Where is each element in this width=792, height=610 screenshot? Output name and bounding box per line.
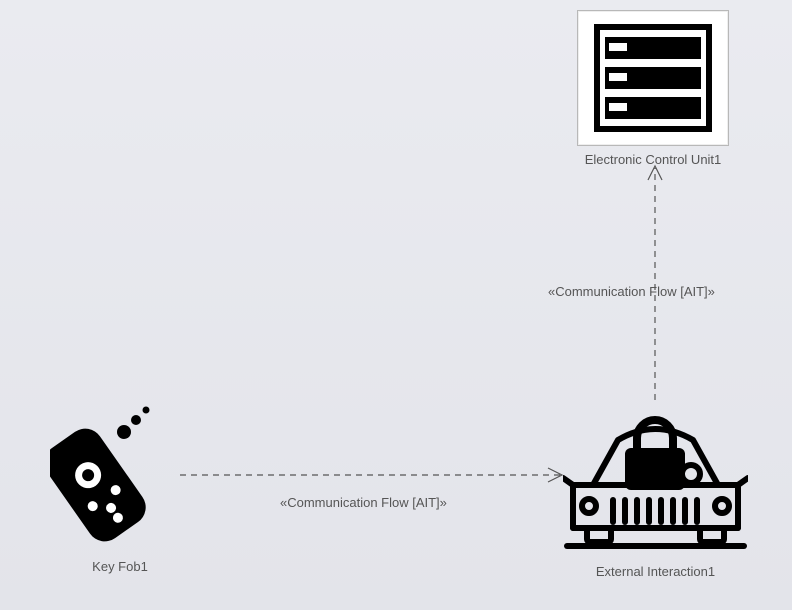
ecu-container: [577, 10, 729, 146]
node-keyfob: Key Fob1: [50, 390, 190, 574]
edge-label-keyfob-to-car: «Communication Flow [AIT]»: [280, 495, 447, 510]
edge-label-car-to-ecu: «Communication Flow [AIT]»: [548, 284, 715, 299]
edge-car-to-ecu-arrowhead: [648, 166, 662, 180]
server-rack-icon: [593, 23, 713, 133]
node-ecu: Electronic Control Unit1: [577, 10, 729, 167]
node-car-label: External Interaction1: [563, 564, 748, 579]
car-lock-icon: [563, 400, 748, 555]
node-keyfob-label: Key Fob1: [50, 559, 190, 574]
node-ecu-label: Electronic Control Unit1: [577, 152, 729, 167]
edge-keyfob-to-car-arrowhead: [548, 468, 562, 482]
node-car: External Interaction1: [563, 400, 748, 579]
remote-keyfob-icon: [50, 390, 190, 550]
